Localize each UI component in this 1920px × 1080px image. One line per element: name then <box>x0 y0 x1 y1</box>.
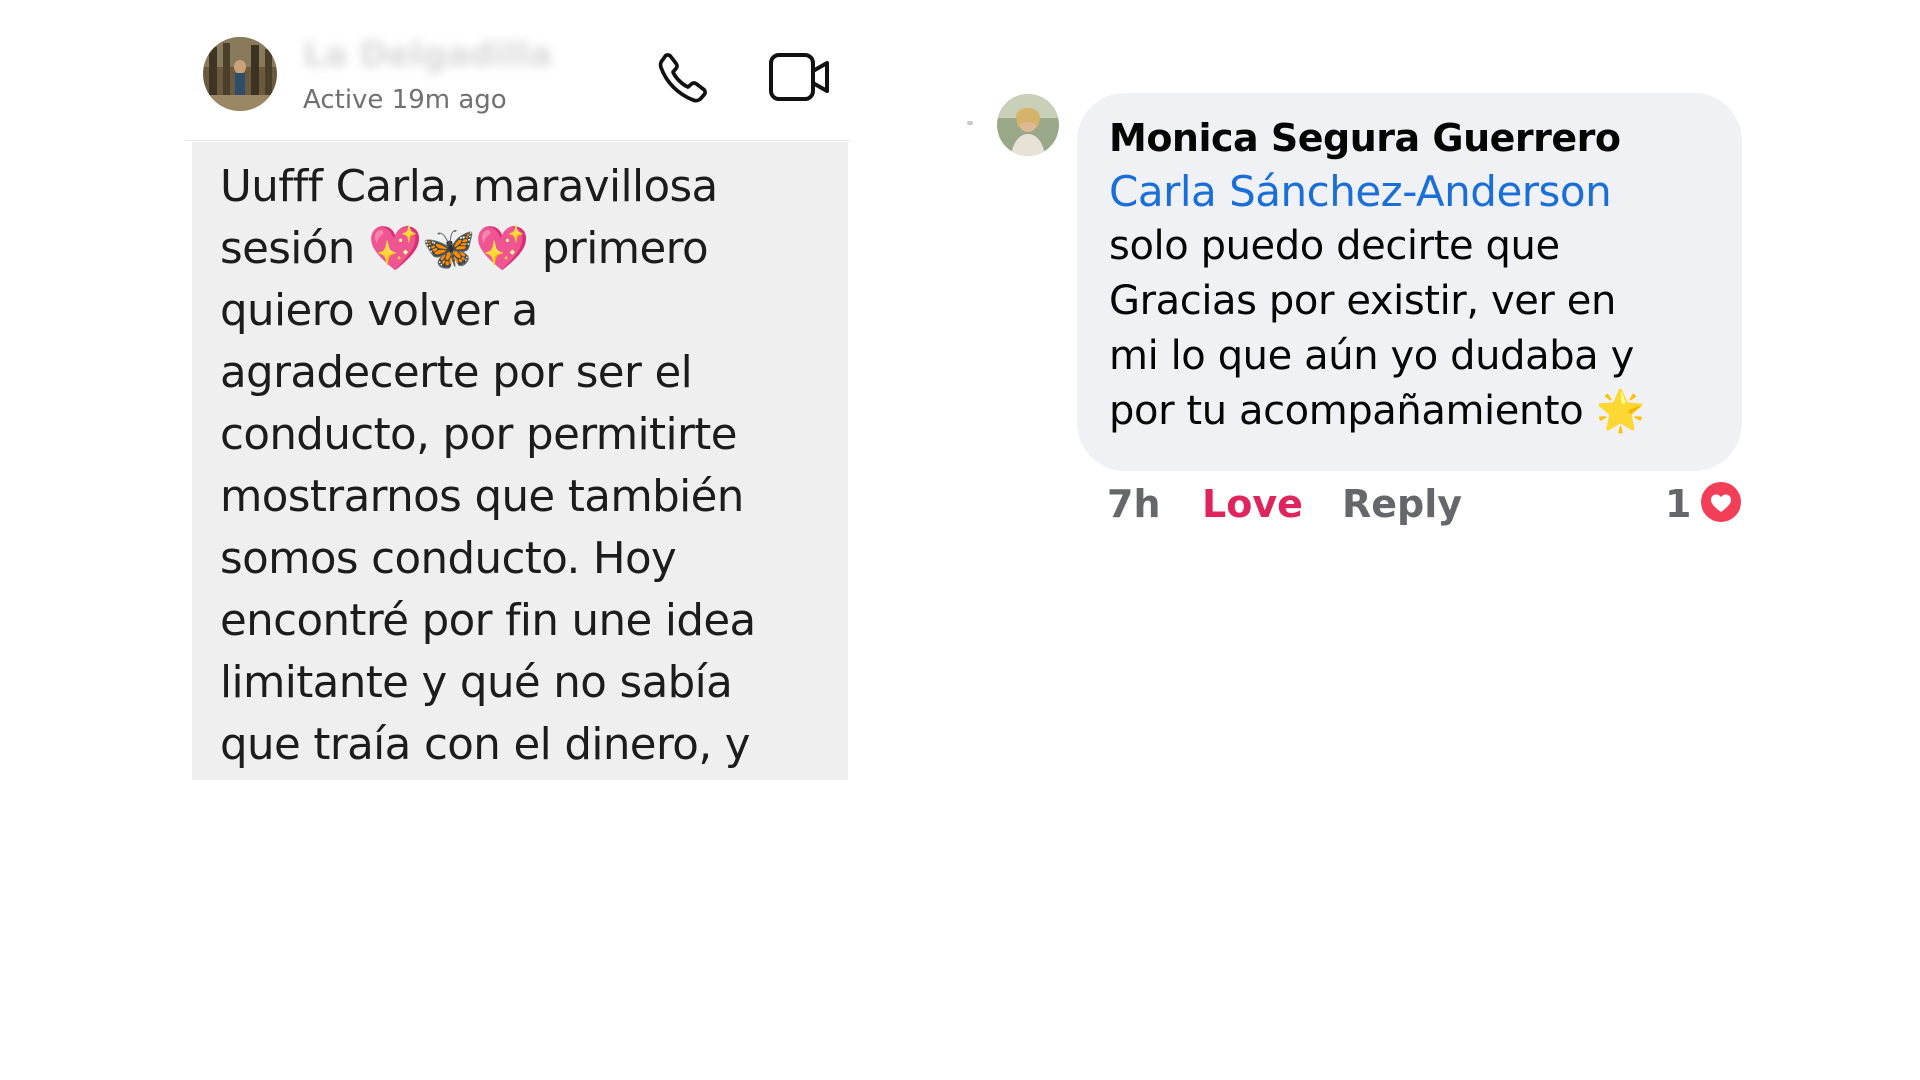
phone-icon[interactable] <box>653 47 713 107</box>
comment-actions: 7h Love Reply 1 <box>1107 480 1747 536</box>
star-icon: 🌟 <box>1595 388 1646 434</box>
message-bubble[interactable]: Uufff Carla, maravillosa sesión 💖🦋💖 prim… <box>192 142 848 780</box>
comment-timestamp[interactable]: 7h <box>1107 482 1161 526</box>
comment-body: solo puedo decirte que Gracias por exist… <box>1109 223 1634 434</box>
heart-icon[interactable] <box>1699 480 1743 524</box>
chat-header: La Delgadilla Active 19m ago <box>185 25 850 141</box>
comment-bubble: Monica Segura Guerrero Carla Sánchez-And… <box>1077 93 1742 471</box>
active-status: Active 19m ago <box>303 85 507 115</box>
video-camera-icon[interactable] <box>767 49 833 105</box>
comment-author[interactable]: Monica Segura Guerrero <box>1109 111 1718 165</box>
message-text: Uufff Carla, maravillosa sesión 💖🦋💖 prim… <box>220 162 756 770</box>
commenter-avatar[interactable] <box>997 94 1059 156</box>
decorative-dot <box>967 121 973 125</box>
love-reaction-button[interactable]: Love <box>1202 482 1303 526</box>
comment-text: solo puedo decirte que Gracias por exist… <box>1109 219 1718 439</box>
reply-button[interactable]: Reply <box>1342 482 1462 526</box>
contact-avatar[interactable] <box>203 37 277 111</box>
contact-name[interactable]: La Delgadilla <box>303 35 552 75</box>
mention-link[interactable]: Carla Sánchez-Anderson <box>1109 165 1718 219</box>
screenshot-canvas: La Delgadilla Active 19m ago Uufff Carla… <box>0 0 1920 1080</box>
reaction-count[interactable]: 1 <box>1665 482 1691 526</box>
